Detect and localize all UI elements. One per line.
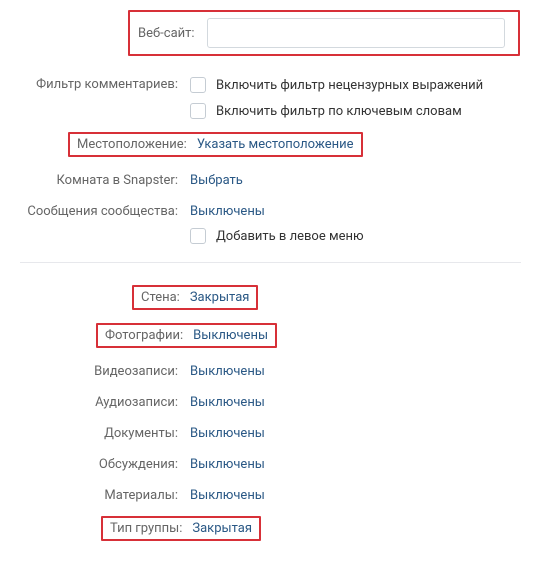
comment-filter-label: Фильтр комментариев: [20,74,190,92]
messages-row: Сообщения сообщества: Выключены [20,201,521,219]
topics-label: Обсуждения: [20,454,190,472]
messages-link[interactable]: Выключены [190,204,265,219]
location-row: Местоположение: Указать местоположение [20,132,521,157]
divider [20,262,521,263]
filter-profanity-option[interactable]: Включить фильтр нецензурных выражений [190,77,521,93]
materials-label: Материалы: [20,485,190,503]
topics-link[interactable]: Выключены [190,457,265,472]
checkbox-icon[interactable] [190,77,206,93]
docs-label: Документы: [20,423,190,441]
checkbox-icon[interactable] [190,103,206,119]
photos-highlight: Фотографии: Выключены [96,323,277,348]
checkbox-icon[interactable] [190,228,206,244]
website-row: Веб-сайт: [128,10,520,56]
group-type-label: Тип группы: [110,521,182,536]
docs-link[interactable]: Выключены [190,426,265,441]
videos-link[interactable]: Выключены [190,364,265,379]
messages-label: Сообщения сообщества: [20,201,190,219]
group-type-highlight: Тип группы: Закрытая [101,516,261,541]
wall-label: Стена: [141,290,180,305]
materials-row: Материалы: Выключены [20,485,521,503]
group-type-link[interactable]: Закрытая [192,521,252,536]
docs-row: Документы: Выключены [20,423,521,441]
wall-highlight: Стена: Закрытая [132,285,258,310]
snapster-link[interactable]: Выбрать [190,173,243,188]
topics-row: Обсуждения: Выключены [20,454,521,472]
location-label: Местоположение: [77,137,187,152]
filter-profanity-label: Включить фильтр нецензурных выражений [216,78,483,93]
group-type-row: Тип группы: Закрытая [20,516,521,541]
wall-link[interactable]: Закрытая [190,290,250,305]
audios-row: Аудиозаписи: Выключены [20,392,521,410]
location-link[interactable]: Указать местоположение [197,137,354,152]
photos-label: Фотографии: [105,328,183,343]
photos-row: Фотографии: Выключены [20,323,521,348]
videos-row: Видеозаписи: Выключены [20,361,521,379]
location-highlight: Местоположение: Указать местоположение [68,132,363,157]
filter-keywords-label: Включить фильтр по ключевым словам [216,104,462,119]
add-left-menu-row: Добавить в левое меню [20,225,521,244]
comment-filter-row: Фильтр комментариев: Включить фильтр нец… [20,74,521,119]
materials-link[interactable]: Выключены [190,488,265,503]
photos-link[interactable]: Выключены [193,328,268,343]
snapster-label: Комната в Snapster: [20,170,190,188]
add-left-menu-option[interactable]: Добавить в левое меню [190,228,521,244]
audios-label: Аудиозаписи: [20,392,190,410]
audios-link[interactable]: Выключены [190,395,265,410]
wall-row: Стена: Закрытая [20,285,521,310]
videos-label: Видеозаписи: [20,361,190,379]
filter-keywords-option[interactable]: Включить фильтр по ключевым словам [190,103,521,119]
website-label: Веб-сайт: [130,26,207,41]
website-input[interactable] [207,18,505,48]
add-left-menu-label: Добавить в левое меню [216,229,364,244]
snapster-row: Комната в Snapster: Выбрать [20,170,521,188]
